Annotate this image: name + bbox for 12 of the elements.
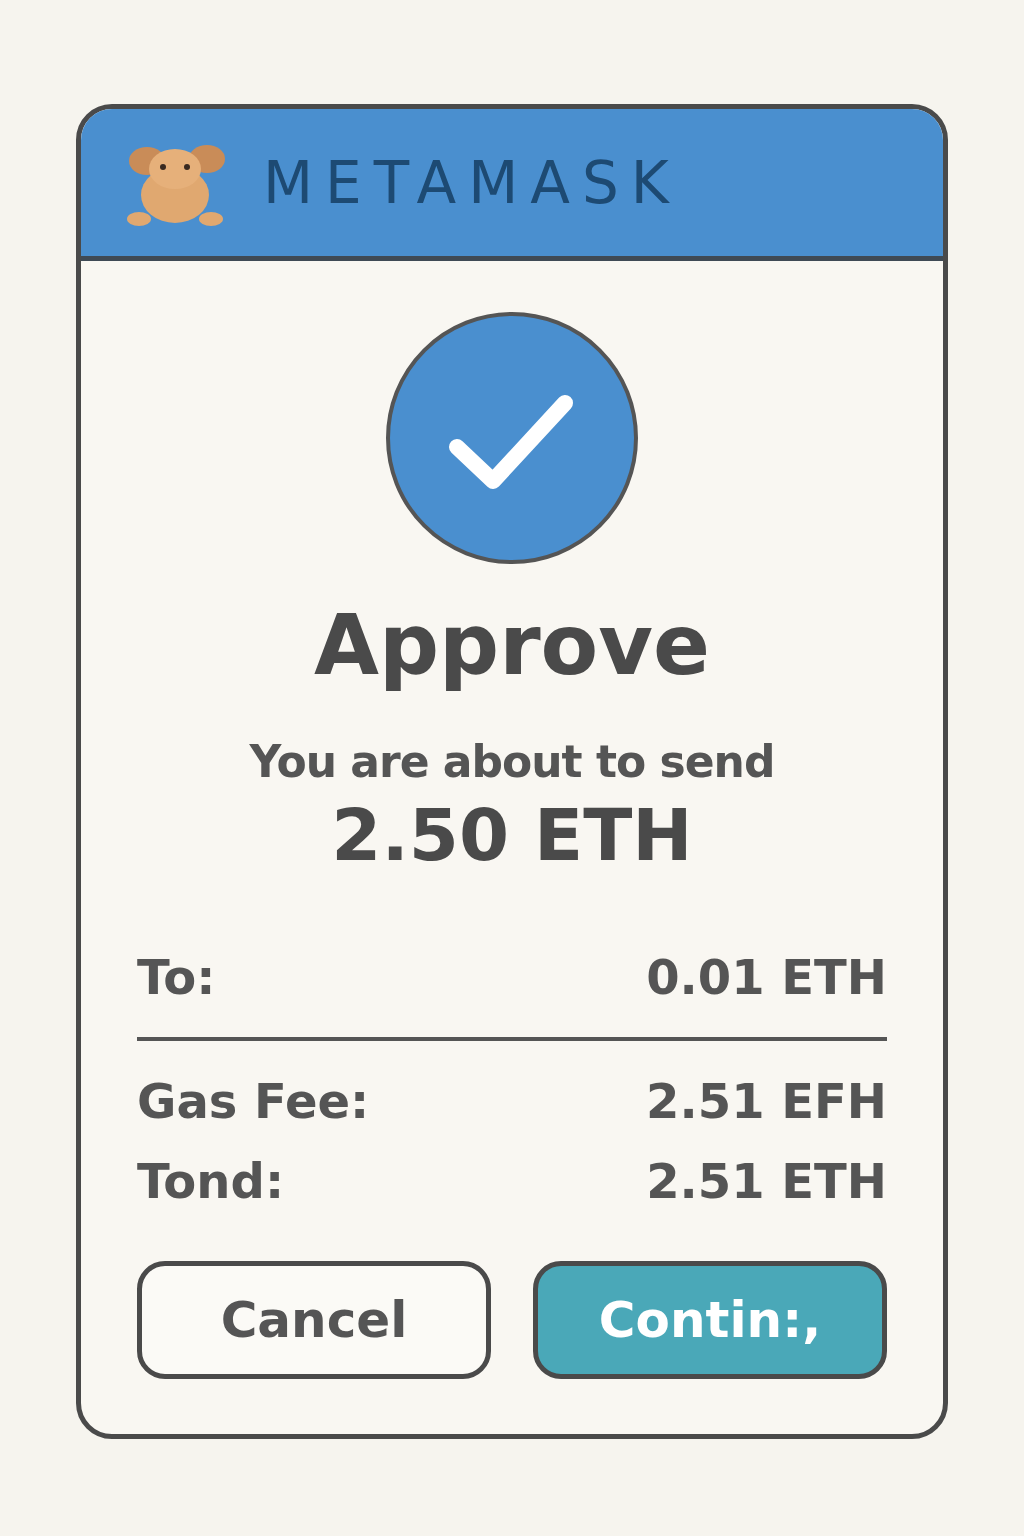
row-value: 2.51 EFH — [646, 1072, 887, 1129]
checkmark-icon — [385, 311, 639, 565]
row-value: 2.51 ETH — [646, 1152, 887, 1209]
row-label: To: — [137, 948, 216, 1005]
row-label: Tond: — [137, 1152, 285, 1209]
cancel-button[interactable]: Cancel — [137, 1260, 491, 1379]
amount-text: 2.50 ETH — [331, 792, 693, 877]
subtitle: You are about to send — [249, 735, 775, 787]
dialog-title: Approve — [313, 595, 711, 696]
row-value: 0.01 ETH — [646, 948, 887, 1005]
brand-title: METAMASK — [263, 148, 681, 217]
row-label: Gas Fee: — [137, 1072, 370, 1129]
